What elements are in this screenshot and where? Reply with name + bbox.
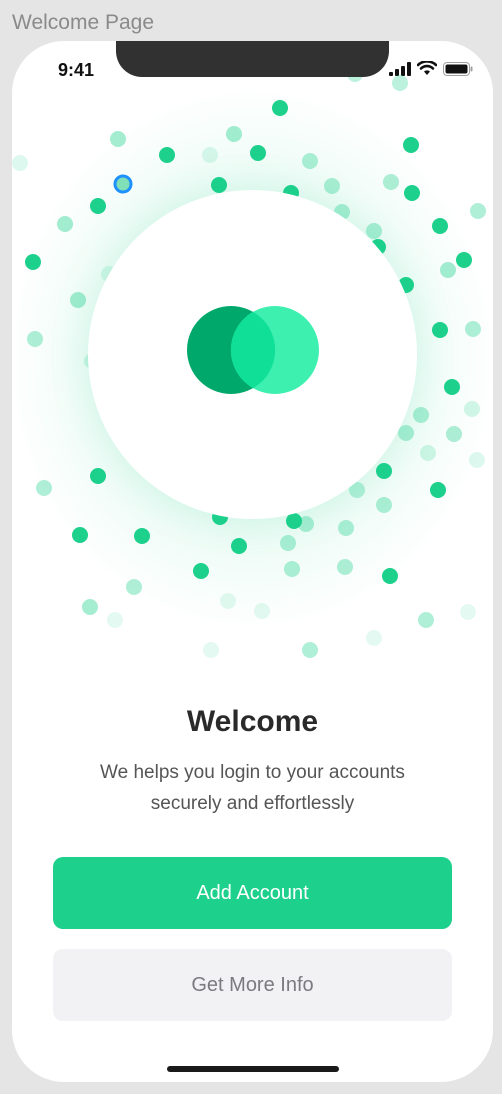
decorative-dot — [418, 612, 434, 628]
decorative-dot — [280, 535, 296, 551]
decorative-dot — [337, 559, 353, 575]
decorative-dot — [440, 262, 456, 278]
welcome-title: Welcome — [186, 705, 319, 738]
decorative-dot — [464, 401, 480, 417]
decorative-dot — [220, 593, 236, 609]
decorative-dot — [324, 178, 340, 194]
decorative-dot — [72, 527, 88, 543]
decorative-dot — [376, 463, 392, 479]
decorative-dot — [272, 100, 288, 116]
decorative-dot — [444, 379, 460, 395]
decorative-dot — [383, 174, 399, 190]
decorative-dot — [27, 331, 43, 347]
subtitle-line-1: We helps you login to your accounts — [100, 762, 405, 783]
decorative-dot — [456, 252, 472, 268]
decorative-dot — [284, 561, 300, 577]
decorative-dot — [302, 153, 318, 169]
decorative-dot — [110, 131, 126, 147]
decorative-dot — [413, 407, 429, 423]
decorative-dot — [254, 603, 270, 619]
decorative-dot — [231, 538, 247, 554]
decorative-dot — [420, 445, 436, 461]
decorative-dot — [226, 126, 242, 142]
decorative-dot — [460, 604, 476, 620]
decorative-dot — [90, 468, 106, 484]
decorative-dot — [382, 568, 398, 584]
decorative-dot — [25, 254, 41, 270]
decorative-dot — [366, 223, 382, 239]
decorative-dot — [202, 147, 218, 163]
decorative-dot — [126, 579, 142, 595]
decorative-dot — [338, 520, 354, 536]
decorative-dot — [430, 482, 446, 498]
frame-label: Welcome Page — [12, 11, 155, 34]
decorative-dot — [298, 516, 314, 532]
decorative-dot — [12, 155, 28, 171]
decorative-dot — [403, 137, 419, 153]
decorative-dot — [70, 292, 86, 308]
add-account-button[interactable]: Add Account — [53, 857, 452, 929]
welcome-subtitle: We helps you login to your accounts secu… — [52, 757, 453, 819]
highlighted-dot — [113, 174, 133, 194]
decorative-dot — [469, 452, 485, 468]
subtitle-line-2: securely and effortlessly — [150, 793, 355, 814]
decorative-dot — [398, 425, 414, 441]
decorative-dot — [159, 147, 175, 163]
decorative-dot — [36, 480, 52, 496]
decorative-dot — [376, 497, 392, 513]
decorative-dot — [211, 177, 227, 193]
decorative-dot — [203, 642, 219, 658]
app-logo-icon — [187, 306, 319, 394]
decorative-dot — [446, 426, 462, 442]
decorative-dot — [392, 75, 408, 91]
decorative-dot — [432, 322, 448, 338]
decorative-dot — [302, 642, 318, 658]
decorative-dot — [90, 198, 106, 214]
decorative-dot — [82, 599, 98, 615]
decorative-dot — [107, 612, 123, 628]
decorative-dot — [465, 321, 481, 337]
decorative-dot — [366, 630, 382, 646]
hero-illustration — [12, 41, 493, 701]
decorative-dot — [250, 145, 266, 161]
home-indicator — [167, 1066, 339, 1072]
decorative-dot — [193, 563, 209, 579]
decorative-dot — [470, 203, 486, 219]
phone-screen: 9:41 Welcome We helps you login to your … — [12, 41, 493, 1082]
decorative-dot — [432, 218, 448, 234]
decorative-dot — [57, 216, 73, 232]
get-more-info-button[interactable]: Get More Info — [53, 949, 452, 1021]
decorative-dot — [404, 185, 420, 201]
decorative-dot — [134, 528, 150, 544]
notch — [116, 41, 389, 77]
